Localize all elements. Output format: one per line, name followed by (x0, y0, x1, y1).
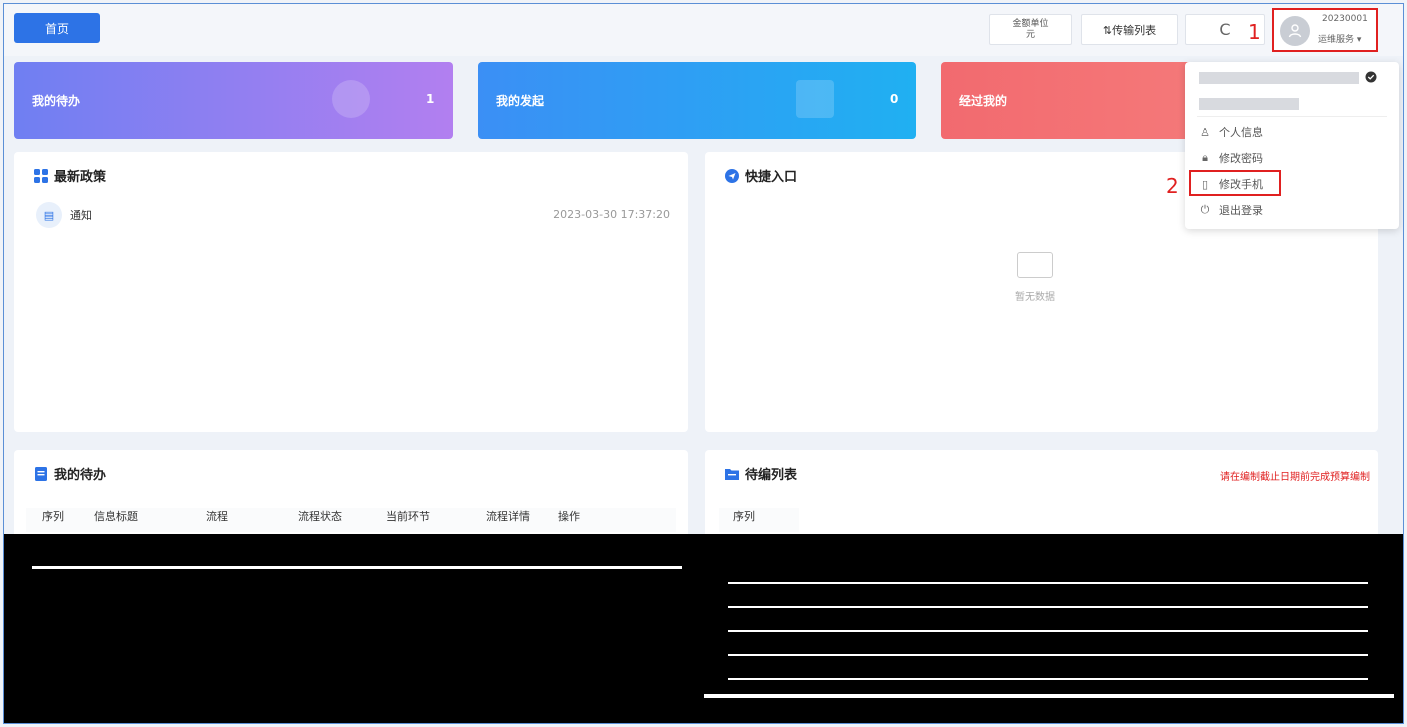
avatar (1280, 16, 1310, 46)
notice-time: 2023-03-30 17:37:20 (553, 208, 670, 221)
column-header: 序列 (733, 510, 755, 523)
stat-count: 1 (426, 92, 435, 106)
panel-title: 待编列表 (725, 464, 797, 483)
clock-icon (332, 80, 370, 118)
panel-title-text: 最新政策 (54, 170, 107, 185)
redacted-stripe (32, 566, 682, 569)
user-dropdown-menu: ♙ 个人信息 🔒︎ 修改密码 ▯ 修改手机 ⏻ 退出登录 (1185, 62, 1399, 229)
redacted-stripe (704, 694, 1394, 698)
user-id: 20230001 (1322, 14, 1368, 24)
top-bar: 首页 金额单位 元 ⇅传输列表 C 1 20230001 运维服务 ▾ (4, 4, 1403, 56)
stat-card-my-initiated[interactable]: 我的发起 0 (478, 62, 916, 139)
currency-unit-box: 金额单位 元 (989, 14, 1072, 45)
upload-icon (796, 80, 834, 118)
menu-item-profile[interactable]: ♙ 个人信息 (1199, 124, 1263, 140)
callout-number-1: 1 (1248, 20, 1261, 44)
redacted-region (4, 574, 1403, 723)
empty-inbox-icon (1017, 252, 1053, 278)
stat-label: 我的发起 (496, 94, 545, 108)
empty-text: 暂无数据 (1015, 292, 1055, 303)
notice-label: 通知 (70, 209, 92, 222)
redacted-stripe (728, 678, 1368, 680)
blurred-username (1199, 72, 1359, 84)
stat-card-passed-by-me[interactable]: 经过我的 (941, 62, 1221, 139)
latest-policy-panel: 最新政策 ▤ 通知 2023-03-30 17:37:20 (14, 152, 688, 432)
panel-title-text: 快捷入口 (745, 170, 798, 185)
send-icon (725, 168, 739, 183)
menu-item-label: 退出登录 (1219, 204, 1263, 217)
highlight-box-change-phone (1189, 170, 1281, 196)
redacted-stripe (728, 582, 1368, 584)
stat-label: 我的待办 (32, 94, 81, 108)
notice-item[interactable]: ▤ 通知 (36, 202, 92, 228)
table-header: 序列 信息标题 流程 流程状态 当前环节 流程详情 操作 (26, 508, 676, 532)
column-header: 流程状态 (298, 510, 342, 523)
panel-title: 最新政策 (34, 166, 106, 185)
column-header: 序列 (42, 510, 64, 523)
lock-icon: 🔒︎ (1202, 151, 1208, 164)
menu-item-label: 个人信息 (1219, 126, 1263, 139)
panel-title-text: 待编列表 (745, 468, 798, 483)
folder-icon (725, 468, 739, 480)
list-icon (35, 466, 47, 481)
column-header: 当前环节 (386, 510, 430, 523)
panel-title-text: 我的待办 (54, 468, 107, 483)
user-icon: ♙ (1200, 125, 1210, 139)
currency-unit-value: 元 (1025, 29, 1035, 40)
currency-unit-label: 金额单位 (1012, 18, 1049, 29)
redacted-stripe (728, 606, 1368, 608)
app-window: 首页 金额单位 元 ⇅传输列表 C 1 20230001 运维服务 ▾ 我的待办… (3, 3, 1404, 724)
table-header: 序列 (719, 508, 799, 532)
menu-item-logout[interactable]: ⏻ 退出登录 (1199, 202, 1263, 218)
blurred-org (1199, 98, 1299, 110)
stat-label: 经过我的 (959, 94, 1008, 108)
redacted-stripe (728, 654, 1368, 656)
column-header: 操作 (558, 510, 580, 523)
power-icon: ⏻ (1200, 203, 1210, 216)
grid-icon (34, 168, 48, 183)
empty-state: 暂无数据 (995, 252, 1075, 303)
home-tab-button[interactable]: 首页 (14, 13, 100, 43)
refresh-icon: C (1219, 20, 1231, 39)
menu-divider (1197, 116, 1387, 117)
callout-number-2: 2 (1166, 174, 1179, 198)
menu-item-label: 修改密码 (1219, 152, 1263, 165)
user-role: 运维服务 ▾ (1318, 35, 1362, 45)
column-header: 流程详情 (486, 510, 530, 523)
panel-title: 快捷入口 (725, 166, 797, 185)
menu-item-change-password[interactable]: 🔒︎ 修改密码 (1199, 150, 1263, 166)
column-header: 流程 (206, 510, 228, 523)
redacted-stripe (728, 630, 1368, 632)
transfer-list-button[interactable]: ⇅传输列表 (1081, 14, 1178, 45)
stat-card-my-todo[interactable]: 我的待办 1 (14, 62, 453, 139)
verified-icon (1365, 71, 1377, 83)
panel-title: 我的待办 (34, 464, 106, 483)
column-header: 信息标题 (94, 510, 138, 523)
stat-count: 0 (890, 92, 899, 106)
book-icon: ▤ (36, 202, 62, 228)
deadline-warning: 请在编制截止日期前完成预算编制 (1220, 472, 1370, 483)
user-icon (1288, 24, 1302, 38)
user-menu-trigger[interactable]: 20230001 运维服务 ▾ (1272, 8, 1378, 52)
